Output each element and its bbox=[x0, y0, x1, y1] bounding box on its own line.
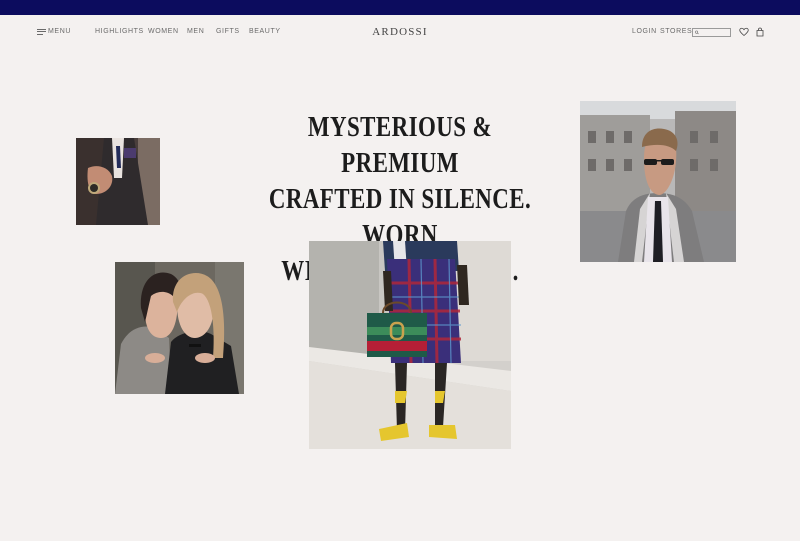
top-accent-bar bbox=[0, 0, 800, 15]
nav-link-beauty[interactable]: BEAUTY bbox=[249, 28, 281, 35]
menu-label: MENU bbox=[48, 28, 72, 35]
search-icon bbox=[695, 30, 699, 35]
nav-link-gifts[interactable]: GIFTS bbox=[216, 28, 240, 35]
menu-button[interactable]: MENU bbox=[37, 28, 71, 35]
nav-link-highlights[interactable]: HIGHLIGHTS bbox=[95, 28, 144, 35]
login-link[interactable]: LOGIN bbox=[632, 28, 657, 35]
tartan-skirt-handbag-photo[interactable] bbox=[309, 241, 511, 449]
watch-wrist-photo[interactable] bbox=[76, 138, 160, 225]
headline-line-1: MYSTERIOUS & PREMIUM bbox=[307, 112, 493, 179]
two-women-photo[interactable] bbox=[115, 262, 244, 394]
search-input[interactable] bbox=[700, 29, 730, 36]
shopping-bag-icon[interactable] bbox=[755, 27, 765, 37]
heart-icon[interactable] bbox=[739, 27, 749, 37]
nav-link-men[interactable]: MEN bbox=[187, 28, 204, 35]
brand-logo[interactable]: ARDOSSI bbox=[340, 26, 460, 38]
stores-link[interactable]: STORES bbox=[660, 28, 692, 35]
nav-link-women[interactable]: WOMEN bbox=[148, 28, 179, 35]
search-box[interactable] bbox=[692, 28, 731, 37]
man-in-coat-photo[interactable] bbox=[580, 101, 736, 262]
hamburger-icon bbox=[37, 28, 46, 35]
main-navigation: MENU HIGHLIGHTS WOMEN MEN GIFTS BEAUTY A… bbox=[0, 15, 800, 51]
